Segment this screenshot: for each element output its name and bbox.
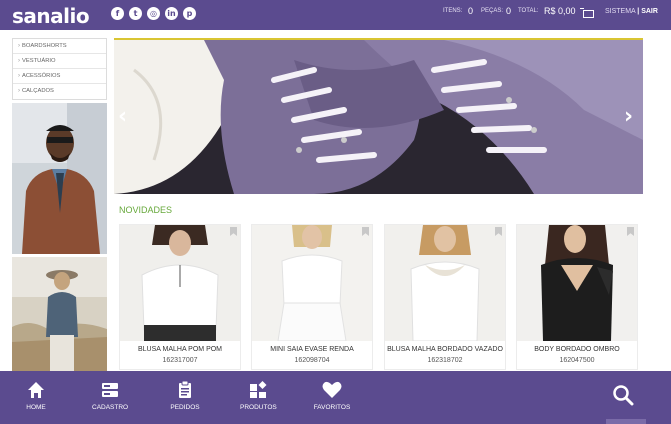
pecas-value: 0 <box>506 6 512 16</box>
product-code: 162047500 <box>559 357 595 364</box>
search-icon <box>613 385 634 406</box>
linkedin-icon[interactable]: in <box>165 7 178 20</box>
chevron-right-icon: › <box>18 43 20 49</box>
nav-cadastro[interactable]: CADASTRO <box>92 381 128 411</box>
product-code: 162098704 <box>294 357 330 364</box>
home-icon <box>28 382 44 398</box>
itens-value: 0 <box>468 6 474 16</box>
nav-label: PEDIDOS <box>170 404 200 411</box>
top-bar: sanalio f t ◎ in p ITENS: 0 PEÇAS: 0 TOT… <box>0 0 671 30</box>
itens-label: ITENS: <box>443 8 463 14</box>
heart-icon <box>322 381 342 398</box>
product-photo <box>385 225 505 341</box>
page: sanalio f t ◎ in p ITENS: 0 PEÇAS: 0 TOT… <box>0 0 671 424</box>
sistema-link[interactable]: SISTEMA <box>605 8 635 15</box>
chevron-right-icon: › <box>18 88 20 94</box>
pinterest-icon[interactable]: p <box>183 7 196 20</box>
product-photo <box>517 225 637 341</box>
menu-item-vestuario[interactable]: › VESTUÁRIO <box>13 54 106 69</box>
nav-home[interactable]: HOME <box>22 381 50 411</box>
nav-label: PRODUTOS <box>240 404 277 411</box>
nav-pedidos[interactable]: PEDIDOS <box>168 381 202 411</box>
nav-label: HOME <box>26 404 46 411</box>
product-card[interactable]: BLUSA MALHA BORDADO VAZADO 162318702 <box>384 224 506 370</box>
instagram-icon[interactable]: ◎ <box>147 7 160 20</box>
form-icon <box>102 383 118 397</box>
product-name: BODY BORDADO OMBRO <box>534 346 620 353</box>
menu-item-label: BOARDSHORTS <box>22 43 67 49</box>
clipboard-icon <box>179 381 191 398</box>
total-value: R$ 0,00 <box>544 6 576 16</box>
search-button[interactable] <box>612 384 634 411</box>
product-card[interactable]: BODY BORDADO OMBRO 162047500 <box>516 224 638 370</box>
category-menu: › BOARDSHORTS › VESTUÁRIO › ACESSÓRIOS › CAL… <box>12 38 107 100</box>
section-title: NOVIDADES <box>119 205 173 215</box>
menu-item-calcados[interactable]: › CALÇADOS <box>13 84 106 99</box>
menu-item-acessorios[interactable]: › ACESSÓRIOS <box>13 69 106 84</box>
banner-prev-arrow-icon[interactable]: ‹ <box>118 104 127 129</box>
product-name: BLUSA MALHA POM POM <box>137 346 223 353</box>
menu-item-boardshorts[interactable]: › BOARDSHORTS <box>13 39 106 54</box>
product-code: 162317007 <box>162 357 198 364</box>
hero-banner[interactable] <box>114 40 643 194</box>
product-name: BLUSA MALHA BORDADO VAZADO <box>387 346 503 353</box>
facebook-icon[interactable]: f <box>111 7 124 20</box>
chevron-right-icon: › <box>18 73 20 79</box>
account-links: SISTEMA | SAIR <box>605 8 658 15</box>
total-label: TOTAL: <box>518 8 539 14</box>
scroll-top-tab[interactable] <box>606 419 646 424</box>
product-card[interactable]: MINI SAIA EVASE RENDA 162098704 <box>251 224 373 370</box>
product-name: MINI SAIA EVASE RENDA <box>270 346 354 353</box>
promo-image-man[interactable] <box>12 103 107 254</box>
chevron-right-icon: › <box>18 58 20 64</box>
products-icon <box>250 381 267 398</box>
logo[interactable]: sanalio <box>12 4 90 28</box>
menu-item-label: ACESSÓRIOS <box>22 73 61 79</box>
nav-produtos[interactable]: PRODUTOS <box>240 381 277 411</box>
product-photo <box>252 225 372 341</box>
menu-item-label: VESTUÁRIO <box>22 58 56 64</box>
product-photo <box>120 225 240 341</box>
nav-label: FAVORITOS <box>313 404 351 411</box>
banner-next-arrow-icon[interactable]: › <box>624 104 633 129</box>
nav-label: CADASTRO <box>92 404 129 411</box>
nav-favoritos[interactable]: FAVORITOS <box>313 381 351 411</box>
menu-item-label: CALÇADOS <box>22 88 54 94</box>
bottom-nav: HOME CADASTRO PEDIDOS PRODUTOS FAVORITOS <box>0 371 671 424</box>
promo-image-woman[interactable] <box>12 257 107 371</box>
social-links: f t ◎ in p <box>111 7 196 20</box>
cart-icon[interactable] <box>580 8 594 18</box>
twitter-icon[interactable]: t <box>129 7 142 20</box>
logout-link[interactable]: | SAIR <box>637 8 658 15</box>
product-code: 162318702 <box>427 357 463 364</box>
product-card[interactable]: BLUSA MALHA POM POM 162317007 <box>119 224 241 370</box>
pecas-label: PEÇAS: <box>481 8 504 14</box>
